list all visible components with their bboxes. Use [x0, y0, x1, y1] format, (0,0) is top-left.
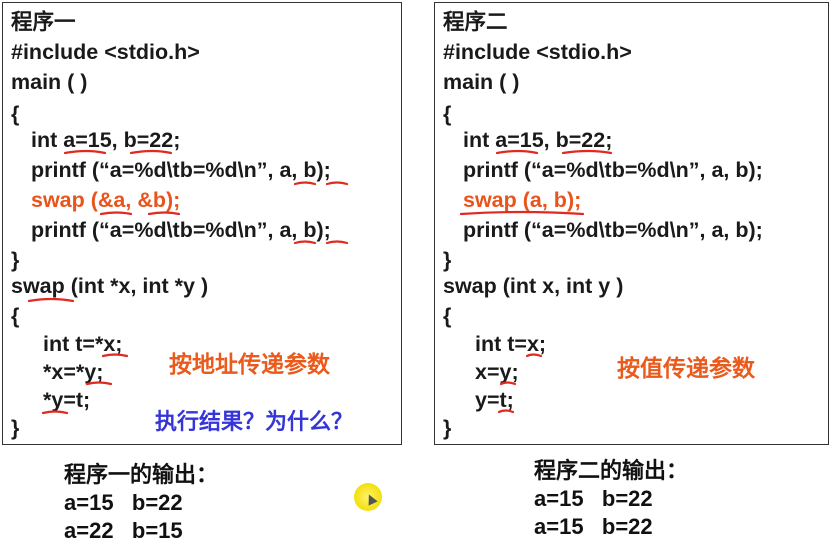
- program-one-panel: 程序一 #include <stdio.h> main ( ) { int a=…: [2, 2, 402, 445]
- underline-mark: [325, 240, 349, 245]
- underline-mark: [495, 149, 539, 155]
- underline-mark: [27, 297, 75, 303]
- underline-mark: [147, 211, 181, 216]
- underline-mark: [85, 381, 113, 386]
- underline-mark: [525, 353, 543, 358]
- output-one-row-2: a=22 b=15: [64, 518, 183, 543]
- underline-mark: [63, 149, 107, 155]
- underline-mark: [561, 149, 613, 155]
- underline-mark: [99, 211, 133, 216]
- underline-mark: [101, 353, 129, 358]
- underline-mark: [293, 181, 317, 186]
- underline-mark: [293, 240, 317, 245]
- output-one-heading: 程序一的输出：: [64, 462, 219, 487]
- output-two-row-2: a=15 b=22: [534, 514, 653, 539]
- output-one-row-1: a=15 b=22: [64, 490, 183, 515]
- program-two-panel: 程序二 #include <stdio.h> main ( ) { int a=…: [434, 2, 829, 445]
- underline-mark: [325, 181, 349, 186]
- underline-mark: [499, 381, 517, 386]
- underline-mark: [497, 409, 515, 414]
- underline-annotations-right: [459, 149, 613, 414]
- underline-mark: [41, 410, 69, 415]
- output-two-row-1: a=15 b=22: [534, 486, 653, 511]
- underline-mark: [129, 149, 173, 155]
- output-two-heading: 程序二的输出：: [534, 458, 689, 483]
- underline-mark: [459, 210, 585, 216]
- underline-annotations-left: [27, 149, 349, 415]
